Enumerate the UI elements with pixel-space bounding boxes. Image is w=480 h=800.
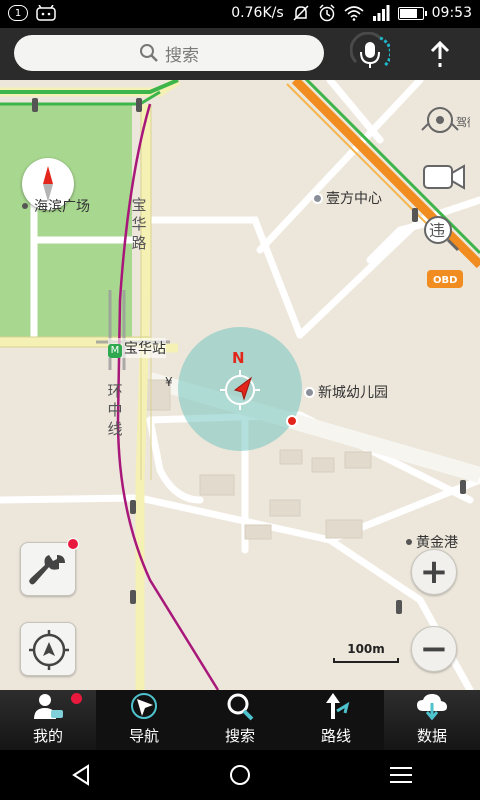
tab-data[interactable]: 数据 xyxy=(384,690,480,750)
arrow-up-icon[interactable] xyxy=(420,34,460,74)
heading-north-marker: N xyxy=(232,349,245,367)
scale-label: 100m xyxy=(347,642,385,656)
search-icon xyxy=(227,693,254,721)
menu-icon[interactable] xyxy=(386,762,416,788)
zoom-out-button[interactable]: − xyxy=(411,626,457,672)
back-icon[interactable] xyxy=(66,762,96,788)
signal-icon xyxy=(372,5,390,21)
sim-icon: 1 xyxy=(8,5,28,21)
battery-icon xyxy=(397,6,427,20)
system-nav-bar xyxy=(0,750,480,800)
hospital-poi[interactable] xyxy=(286,415,298,427)
driving-record-icon[interactable]: 驾御 xyxy=(420,100,478,140)
notification-icon xyxy=(36,5,56,21)
driving-record-caption: 驾御 xyxy=(456,115,470,129)
map-view[interactable]: N 海滨广场 壹方中心 新城幼儿园 黄金港 湾 M宝华站 ¥ 宝 华 路 环 中… xyxy=(0,80,480,690)
tab-label: 我的 xyxy=(32,727,63,745)
tab-route[interactable]: 路线 xyxy=(288,690,384,750)
tab-mine[interactable]: 我的 xyxy=(0,690,96,750)
home-icon[interactable] xyxy=(225,762,255,788)
navigation-icon xyxy=(131,693,157,719)
traffic-violation-icon[interactable]: 违 xyxy=(420,212,470,252)
violation-caption: 违 xyxy=(429,221,445,240)
road-name-huanzhong: 环 中 线 xyxy=(107,382,123,438)
wrench-icon xyxy=(29,555,65,585)
battery-level-fill xyxy=(399,8,417,18)
mute-icon xyxy=(293,5,309,21)
poi-label[interactable]: 新城幼儿园 xyxy=(304,382,388,402)
microphone-icon[interactable] xyxy=(350,32,390,76)
camera-icon[interactable] xyxy=(420,156,470,196)
obd-icon[interactable]: OBD xyxy=(426,268,464,290)
tab-label: 数据 xyxy=(416,727,447,745)
search-icon xyxy=(140,44,158,62)
locate-icon xyxy=(29,630,69,670)
poi-label[interactable]: 海滨广场 xyxy=(22,196,90,216)
location-arrow-icon xyxy=(220,370,260,410)
obd-caption: OBD xyxy=(433,275,457,286)
locate-button[interactable] xyxy=(20,622,76,676)
wifi-icon xyxy=(344,6,364,21)
notification-badge xyxy=(67,538,79,550)
tab-label: 搜索 xyxy=(224,727,255,745)
zoom-in-button[interactable]: + xyxy=(411,549,457,595)
map-side-toolbar: 驾御 违 OBD xyxy=(420,100,478,294)
tab-search[interactable]: 搜索 xyxy=(192,690,288,750)
tab-badge xyxy=(71,693,82,704)
tools-button[interactable] xyxy=(20,538,79,596)
scale-bar xyxy=(333,658,399,663)
top-bar: 搜索 xyxy=(0,28,480,80)
tab-label: 路线 xyxy=(320,727,351,745)
bottom-tab-bar: 我的 导航 搜索 路线 数据 xyxy=(0,690,480,750)
traffic-flow xyxy=(0,80,179,94)
poi-label[interactable]: 壹方中心 xyxy=(312,188,382,208)
tab-label: 导航 xyxy=(128,727,159,745)
search-input[interactable]: 搜索 xyxy=(14,35,324,71)
tab-navigation[interactable]: 导航 xyxy=(96,690,192,750)
map-scale: 100m xyxy=(333,642,399,663)
route-icon xyxy=(326,693,350,719)
cloud-data-icon xyxy=(417,694,447,721)
search-placeholder: 搜索 xyxy=(165,45,199,66)
clock: 09:53 xyxy=(431,5,472,21)
user-icon xyxy=(34,694,63,719)
alarm-icon xyxy=(319,4,335,22)
road-name-baohua: 宝 华 路 xyxy=(131,196,147,252)
station-label[interactable]: M 宝华站 xyxy=(108,338,166,358)
network-speed: 0.76K/s xyxy=(231,5,284,21)
status-bar: 1 0.76K/s 09:53 xyxy=(0,0,480,28)
park-area xyxy=(0,104,132,338)
bank-poi[interactable]: ¥ xyxy=(165,375,173,389)
